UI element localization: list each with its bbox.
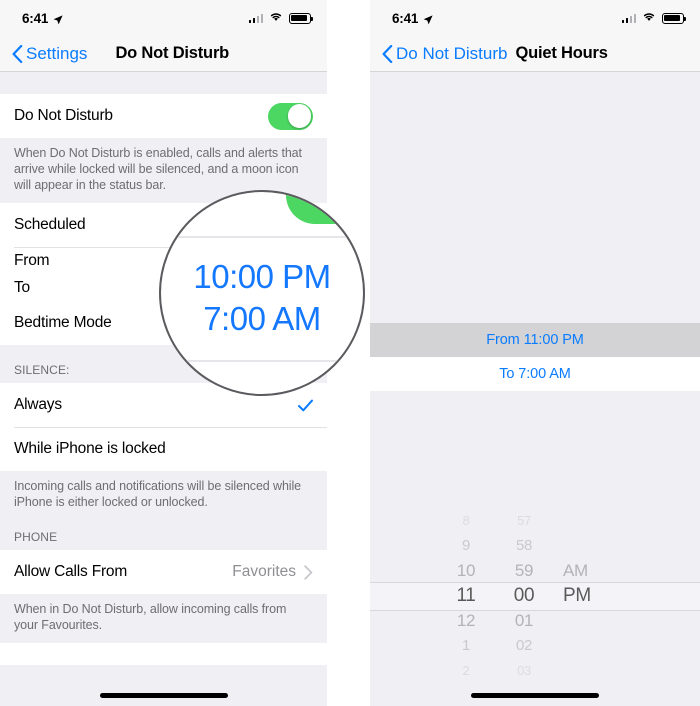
section-header-phone: PHONE [0,520,327,550]
quiet-hours-empty-area [370,72,700,323]
picker-item-minute[interactable]: 01 [515,608,534,633]
chevron-left-icon [12,44,23,63]
back-button-settings[interactable]: Settings [12,44,87,64]
picker-item-minute[interactable]: 02 [516,633,532,658]
chevron-left-icon [382,44,393,63]
picker-item-hour[interactable]: 2 [463,658,470,681]
magnified-divider-top [161,236,363,238]
picker-item-hour[interactable]: 1 [462,633,470,658]
cellular-signal-icon [248,13,263,23]
location-arrow-icon [423,13,433,25]
nav-bar: Do Not Disturb Quiet Hours [370,36,700,72]
toggle-knob [287,104,311,128]
picker-column-meridiem[interactable]: AM PM [553,510,633,680]
picker-item-minute-selected[interactable]: 00 [514,583,535,608]
picker-item-hour-selected[interactable]: 11 [456,583,475,608]
wifi-icon [269,9,283,27]
magnified-toggle-fragment [286,192,363,224]
checkmark-icon [298,399,313,412]
back-button-label: Settings [26,43,88,63]
page-title: Do Not Disturb [115,44,230,62]
bottom-white-strip [0,643,327,665]
row-label-always: Always [14,396,62,413]
picker-item-minute[interactable]: 59 [515,558,534,583]
cell-to-time[interactable]: To 7:00 AM [370,357,700,391]
status-bar-right [621,9,686,27]
row-label-do-not-disturb: Do Not Disturb [14,107,113,124]
magnified-from-time: 10:00 PM [193,258,331,295]
status-bar-time: 6:41 [22,10,49,26]
magnifier-callout: 10:00 PM 7:00 AM [159,190,365,396]
picker-item-minute[interactable]: 58 [516,533,532,558]
row-label-allow-calls-from: Allow Calls From [14,563,128,580]
row-label-while-locked: While iPhone is locked [14,440,166,457]
row-do-not-disturb[interactable]: Do Not Disturb [0,94,327,138]
picker-item-meridiem-selected[interactable]: PM [563,583,591,608]
do-not-disturb-toggle[interactable] [268,102,313,130]
time-picker[interactable]: 8 9 10 11 12 1 2 57 58 59 00 01 02 03 AM… [370,510,700,680]
row-allow-calls-from[interactable]: Allow Calls From Favorites [0,550,327,594]
picker-item-hour[interactable]: 10 [457,558,476,583]
right-phone-screen: 6:41 Do Not Disturb Quiet Hours From 11:… [370,0,700,706]
picker-column-hours[interactable]: 8 9 10 11 12 1 2 [437,510,495,680]
picker-item-meridiem[interactable]: AM [563,558,588,583]
nav-bar: Settings Do Not Disturb [0,36,327,72]
picker-item-hour[interactable]: 8 [463,510,470,533]
row-silence-while-locked[interactable]: While iPhone is locked [0,427,327,471]
quiet-hours-lower-gap [370,391,700,510]
dnd-group: Do Not Disturb [0,94,327,138]
picker-item-minute[interactable]: 03 [517,658,531,681]
status-bar-left: 6:41 [392,11,433,26]
status-bar: 6:41 [370,0,700,36]
home-indicator[interactable] [99,693,228,698]
battery-icon [662,12,686,24]
status-bar-left: 6:41 [22,11,63,26]
picker-column-minutes[interactable]: 57 58 59 00 01 02 03 [495,510,553,680]
list-top-gap [0,72,327,94]
silence-footnote: Incoming calls and notifications will be… [0,471,327,520]
wifi-icon [642,9,656,27]
back-button-do-not-disturb[interactable]: Do Not Disturb [382,44,507,64]
location-arrow-icon [53,13,63,25]
cellular-signal-icon [621,13,636,23]
picker-item-hour[interactable]: 12 [457,608,476,633]
status-bar-right [248,9,313,27]
magnified-divider-bottom [161,360,363,362]
phone-footnote: When in Do Not Disturb, allow incoming c… [0,594,327,643]
dual-screenshot-canvas: 6:41 Settings Do Not Disturb Do Not Dist… [0,0,700,706]
picker-item-hour[interactable]: 9 [462,533,470,558]
status-bar-time: 6:41 [392,10,419,26]
page-title: Quiet Hours [515,44,608,62]
magnified-to-time: 7:00 AM [203,300,321,337]
picker-item-minute[interactable]: 57 [517,510,531,533]
phone-group: Allow Calls From Favorites [0,550,327,594]
row-value-favorites: Favorites [232,563,296,580]
status-bar: 6:41 [0,0,327,36]
battery-icon [289,12,313,24]
home-indicator[interactable] [471,693,599,698]
cell-from-time[interactable]: From 11:00 PM [370,323,700,357]
chevron-right-icon [304,564,313,580]
back-button-label: Do Not Disturb [396,43,508,63]
silence-group: Always While iPhone is locked [0,383,327,471]
